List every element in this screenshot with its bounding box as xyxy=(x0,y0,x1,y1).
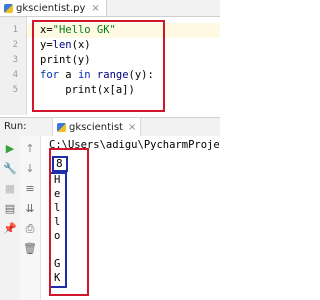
close-icon[interactable]: × xyxy=(128,122,136,133)
run-config-label: gkscientist xyxy=(69,121,123,133)
line-number: 5 xyxy=(12,85,18,95)
file-tab[interactable]: gkscientist.py × xyxy=(0,0,107,16)
editor-tab-bar: gkscientist.py × xyxy=(0,0,220,17)
python-file-icon xyxy=(57,122,66,132)
scroll-end-icon[interactable]: ⇊ xyxy=(23,202,37,216)
output-highlight-box xyxy=(49,148,89,296)
line-number: 1 xyxy=(12,25,18,35)
close-icon[interactable]: × xyxy=(91,3,99,14)
wrench-icon[interactable]: 🔧 xyxy=(3,162,17,176)
code-highlight-box xyxy=(32,20,165,112)
arrow-down-icon[interactable]: ↓ xyxy=(23,162,37,176)
python-file-icon xyxy=(4,3,13,13)
run-label: Run: xyxy=(4,121,27,132)
pin-icon[interactable]: 📌 xyxy=(3,222,17,236)
trash-icon[interactable]: 🗑 xyxy=(23,242,37,256)
console-toolbar: ↑ ↓ ≡ ⇊ ⎙ 🗑 xyxy=(20,136,41,300)
run-panel-header: Run: gkscientist × xyxy=(0,117,220,137)
line-number: 2 xyxy=(12,40,18,50)
file-tab-label: gkscientist.py xyxy=(16,2,86,14)
line-number: 3 xyxy=(12,55,18,65)
stop-icon[interactable]: ■ xyxy=(3,182,17,196)
line-number: 4 xyxy=(12,70,18,80)
run-icon[interactable]: ▶ xyxy=(3,142,17,156)
wrap-icon[interactable]: ≡ xyxy=(23,182,37,196)
line-number-gutter: 1 2 3 4 5 xyxy=(0,17,27,115)
run-config-tab[interactable]: gkscientist × xyxy=(52,118,142,136)
arrow-up-icon[interactable]: ↑ xyxy=(23,142,37,156)
code-editor[interactable]: 1 2 3 4 5 x="Hello GK" y=len(x) print(y)… xyxy=(0,17,220,115)
run-left-toolbar: ▶ 🔧 ■ ▤ 📌 xyxy=(0,136,21,300)
layout-icon[interactable]: ▤ xyxy=(3,202,17,216)
print-icon[interactable]: ⎙ xyxy=(23,222,37,236)
